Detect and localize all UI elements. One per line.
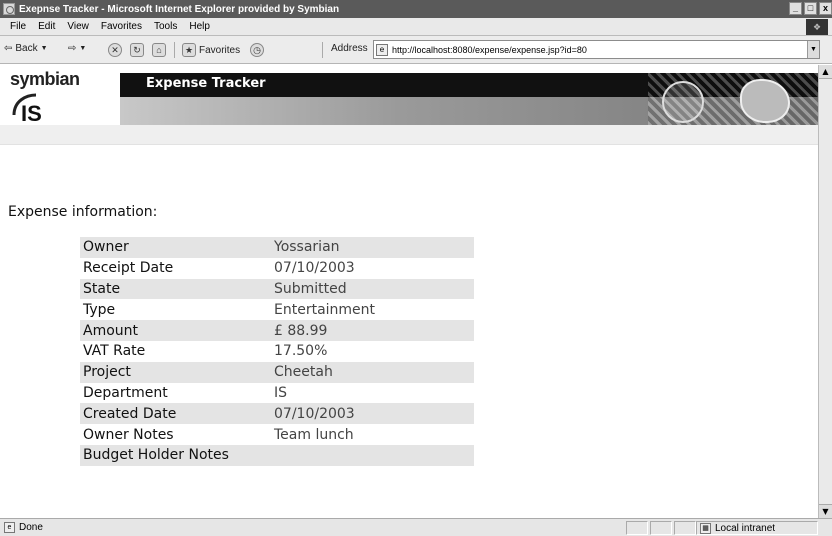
row-label: VAT Rate: [83, 343, 146, 360]
table-row: Owner Notes Team lunch: [80, 424, 474, 445]
toolbar: ⇦ Back ▼ ⇨ ▼ ✕ ↻ ⌂ ★ Favorites ◷ Address…: [0, 36, 832, 64]
banner-graphic: [648, 73, 818, 125]
header-banner: symbian IS Expense Tracker: [0, 69, 818, 125]
section-heading: Expense information:: [8, 204, 158, 220]
forward-button[interactable]: ⇨ ▼: [68, 43, 86, 54]
page-icon: e: [376, 43, 388, 56]
status-pane: [674, 521, 696, 535]
row-label: Budget Holder Notes: [80, 444, 271, 466]
menu-view[interactable]: View: [61, 21, 95, 32]
menu-bar: File Edit View Favorites Tools Help ❖: [0, 18, 832, 36]
table-row: VAT Rate 17.50%: [80, 341, 474, 362]
row-value: 07/10/2003: [271, 403, 474, 425]
minimize-button[interactable]: _: [789, 2, 802, 15]
status-pane: [626, 521, 648, 535]
dropdown-arrow-icon: ▼: [79, 45, 87, 52]
menu-help[interactable]: Help: [183, 21, 216, 32]
refresh-button[interactable]: ↻: [130, 43, 144, 57]
table-row: Amount £ 88.99: [80, 320, 474, 341]
status-panes: [626, 521, 696, 535]
scroll-up-button[interactable]: ▲: [819, 65, 832, 79]
is-logo-icon: IS: [12, 93, 42, 123]
scroll-down-button[interactable]: ▼: [819, 504, 832, 518]
row-value: Yossarian: [271, 237, 474, 258]
back-arrow-icon: ⇦: [4, 43, 13, 54]
symbian-logo: symbian IS: [4, 69, 120, 129]
favorites-icon: ★: [182, 43, 196, 57]
row-value: 07/10/2003: [274, 260, 355, 277]
back-button[interactable]: ⇦ Back ▼: [4, 43, 48, 54]
vertical-scrollbar[interactable]: ▲ ▼: [818, 65, 832, 518]
address-label: Address: [331, 43, 368, 54]
zone-label: Local intranet: [715, 522, 776, 534]
logo-mark-text: IS: [21, 101, 42, 123]
menu-edit[interactable]: Edit: [32, 21, 61, 32]
status-pane: [650, 521, 672, 535]
row-value: 17.50%: [274, 343, 328, 360]
table-row: Created Date 07/10/2003: [80, 403, 474, 425]
window-controls: _ □ x: [789, 2, 832, 15]
back-label: Back: [15, 43, 38, 54]
toolbar-separator: [322, 42, 323, 58]
row-value: Cheetah: [271, 361, 474, 383]
row-value: £ 88.99: [271, 320, 474, 341]
table-row: Department IS: [80, 383, 474, 404]
expense-table: Owner Yossarian Receipt Date 07/10/2003 …: [80, 237, 474, 466]
row-label: Created Date: [80, 403, 271, 425]
maximize-button[interactable]: □: [804, 2, 817, 15]
row-label: Project: [80, 361, 271, 383]
row-value: IS: [274, 384, 288, 401]
table-row: Receipt Date 07/10/2003: [80, 258, 474, 279]
menu-tools[interactable]: Tools: [148, 21, 183, 32]
home-icon: ⌂: [152, 43, 166, 57]
home-button[interactable]: ⌂: [152, 43, 166, 57]
row-label: Owner: [80, 237, 271, 258]
ie-icon: [3, 3, 15, 15]
logo-text: symbian: [10, 69, 80, 89]
table-row: State Submitted: [80, 278, 474, 300]
stop-icon: ✕: [108, 43, 122, 57]
favorites-button[interactable]: ★ Favorites: [182, 43, 240, 57]
row-label: State: [80, 278, 271, 300]
table-row: Type Entertainment: [80, 299, 474, 320]
app-title: Expense Tracker: [146, 76, 266, 91]
row-label: Type: [83, 301, 116, 318]
security-zone: ▦ Local intranet: [696, 521, 818, 535]
favorites-label: Favorites: [199, 44, 241, 56]
status-left: e Done: [4, 522, 43, 533]
status-bar: e Done ▦ Local intranet: [0, 518, 832, 536]
row-label: Owner Notes: [83, 426, 174, 443]
address-dropdown-button[interactable]: ▼: [807, 41, 819, 58]
row-value: Submitted: [271, 278, 474, 300]
toolbar-separator: [174, 42, 175, 58]
history-button[interactable]: ◷: [250, 43, 264, 57]
forward-arrow-icon: ⇨: [68, 43, 77, 54]
table-row: Owner Yossarian: [80, 237, 474, 258]
close-button[interactable]: x: [819, 2, 832, 15]
stop-button[interactable]: ✕: [108, 43, 122, 57]
menu-file[interactable]: File: [4, 21, 32, 32]
row-value: [271, 444, 474, 466]
menu-favorites[interactable]: Favorites: [95, 21, 148, 32]
refresh-icon: ↻: [130, 43, 144, 57]
window-title: Exepnse Tracker - Microsoft Internet Exp…: [19, 3, 340, 15]
row-label: Receipt Date: [83, 260, 174, 277]
row-value: Team lunch: [274, 426, 354, 443]
row-label: Amount: [80, 320, 271, 341]
history-icon: ◷: [250, 43, 264, 57]
intranet-icon: ▦: [700, 522, 711, 534]
row-label: Department: [83, 384, 168, 401]
windows-logo-icon: ❖: [806, 19, 828, 35]
sub-header-band: [0, 125, 818, 145]
address-url: http://localhost:8080/expense/expense.js…: [392, 44, 587, 55]
window-title-bar[interactable]: Exepnse Tracker - Microsoft Internet Exp…: [0, 0, 832, 18]
row-value: Entertainment: [274, 301, 376, 318]
page-done-icon: e: [4, 522, 15, 533]
dropdown-arrow-icon: ▼: [40, 45, 48, 52]
page-viewport: symbian IS Expense Tracker Expense infor…: [0, 65, 818, 518]
table-row: Project Cheetah: [80, 361, 474, 383]
status-text: Done: [19, 522, 43, 533]
table-row: Budget Holder Notes: [80, 444, 474, 466]
address-bar[interactable]: e http://localhost:8080/expense/expense.…: [373, 40, 820, 59]
